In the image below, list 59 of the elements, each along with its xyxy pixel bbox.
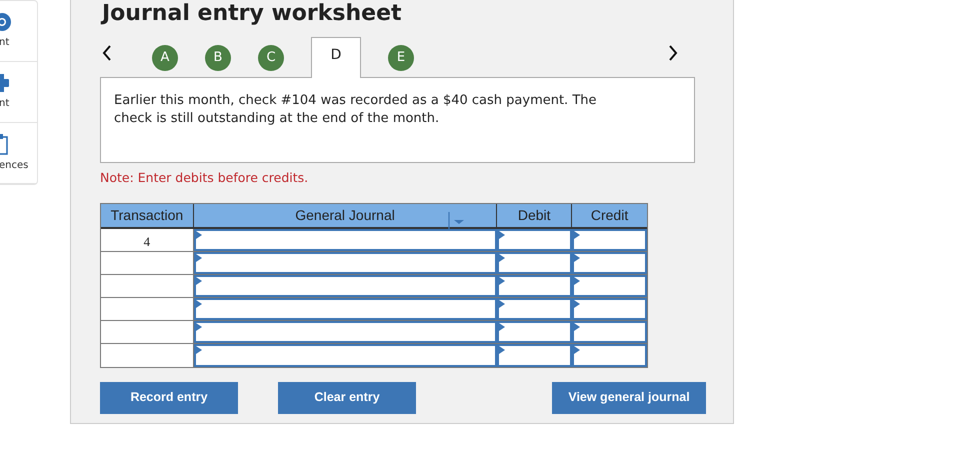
credit-field[interactable]	[572, 252, 647, 274]
action-button[interactable]: Clear entry	[278, 382, 416, 414]
account-field[interactable]	[194, 298, 498, 320]
tab[interactable]: A	[152, 45, 178, 71]
action-button[interactable]: View general journal	[552, 382, 706, 414]
column-header: Credit	[590, 206, 630, 225]
account-field[interactable]	[194, 228, 498, 251]
tab[interactable]: B	[205, 45, 231, 71]
marker-icon	[196, 300, 202, 308]
chevron-left-icon	[102, 45, 112, 61]
credit-field[interactable]	[572, 344, 647, 367]
action-button[interactable]: Record entry	[100, 382, 238, 414]
credit-field[interactable]	[572, 298, 647, 320]
account-field[interactable]	[194, 344, 498, 367]
chevron-right-icon	[668, 45, 678, 61]
dropdown-icon	[448, 212, 466, 232]
debit-field[interactable]	[497, 344, 572, 367]
prompt-text: Earlier this month, check #104 was recorded as a $40 cash payment. The check is still outstanding at the end of the month.	[114, 92, 598, 128]
debit-field[interactable]	[497, 252, 572, 274]
marker-icon	[499, 230, 506, 239]
sidebar-label: nt	[0, 97, 10, 111]
marker-icon	[574, 254, 580, 262]
credit-field[interactable]	[572, 320, 647, 343]
sidebar-item[interactable]: nt	[0, 62, 37, 123]
marker-icon	[574, 322, 580, 331]
marker-icon	[196, 276, 202, 285]
credit-field[interactable]	[572, 274, 647, 297]
next-arrow[interactable]	[668, 43, 680, 63]
marker-icon	[574, 230, 580, 239]
marker-icon	[499, 254, 506, 262]
note-text: Note: Enter debits before credits.	[100, 169, 310, 187]
marker-icon	[574, 346, 580, 354]
marker-icon	[499, 322, 506, 331]
debit-field[interactable]	[497, 298, 572, 320]
marker-icon	[499, 300, 506, 308]
sidebar-item[interactable]: nt	[0, 1, 37, 62]
account-field[interactable]	[194, 252, 498, 274]
marker-icon	[196, 230, 202, 239]
marker-icon	[574, 276, 580, 285]
marker-icon	[499, 276, 506, 285]
column-header: Transaction	[101, 204, 194, 227]
sidebar-label: nt	[0, 36, 10, 50]
marker-icon	[196, 254, 202, 262]
worksheet-title: Journal entry worksheet	[102, 1, 402, 27]
tab[interactable]: E	[388, 45, 414, 71]
debit-field[interactable]	[497, 228, 572, 251]
marker-icon	[196, 322, 202, 331]
marker-icon	[574, 300, 580, 308]
transaction-cell: 4	[101, 228, 194, 251]
credit-field[interactable]	[572, 228, 647, 251]
marker-icon	[499, 346, 506, 354]
tab[interactable]: D	[311, 37, 361, 78]
debit-field[interactable]	[497, 320, 572, 343]
account-field[interactable]	[194, 274, 498, 297]
marker-icon	[196, 346, 202, 354]
debit-field[interactable]	[497, 274, 572, 297]
account-field[interactable]	[194, 320, 498, 343]
column-header: Debit	[497, 204, 572, 227]
tab[interactable]: C	[258, 45, 284, 71]
